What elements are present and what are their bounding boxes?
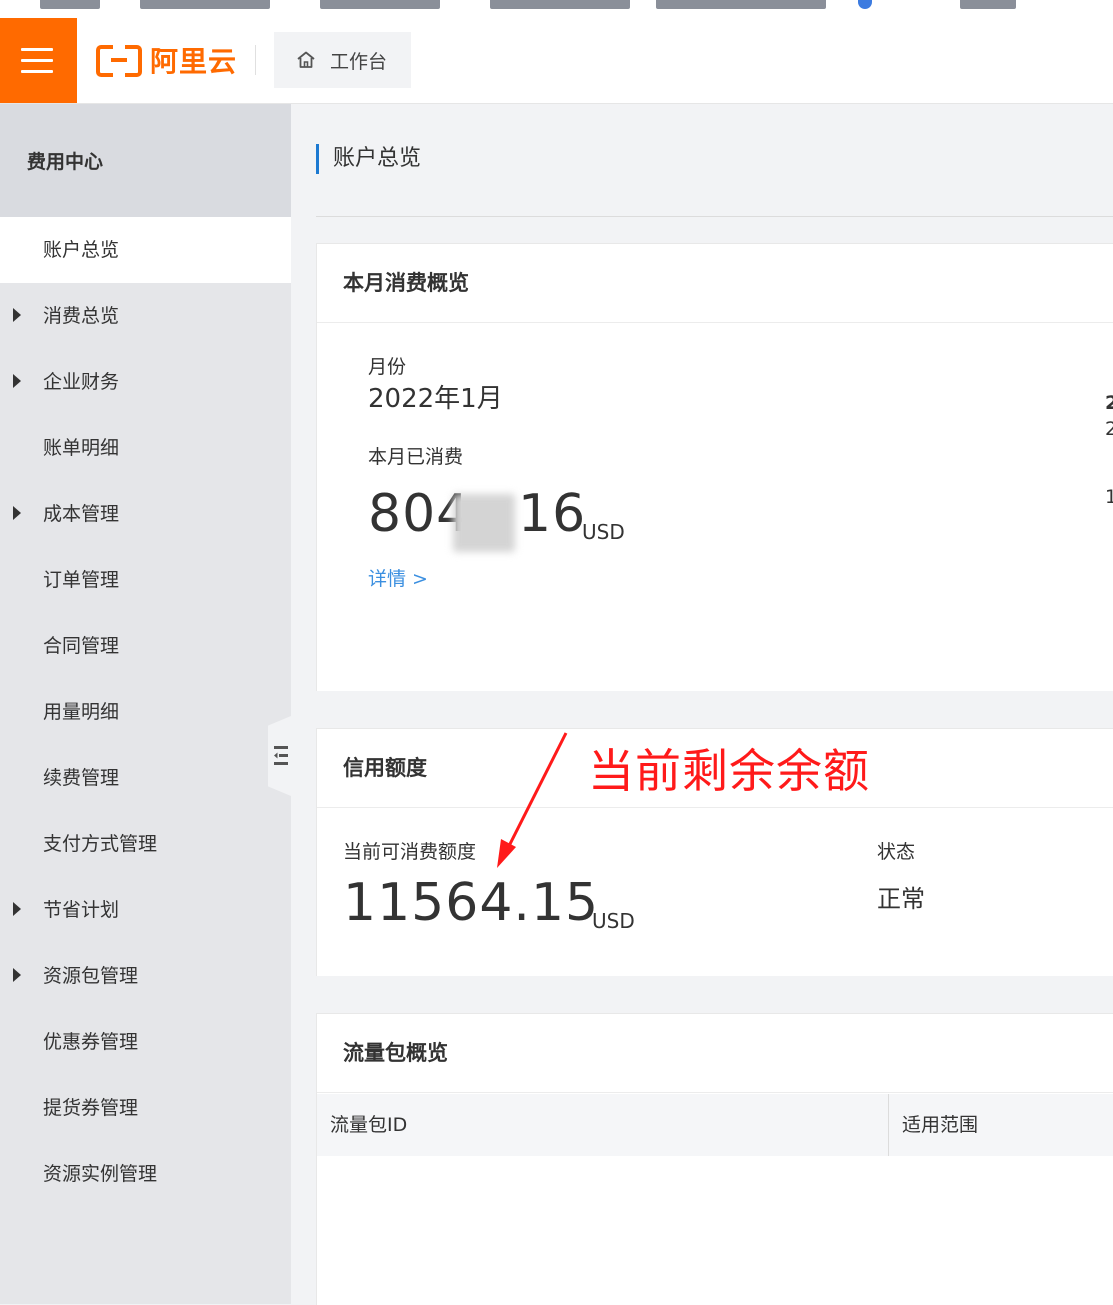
aliyun-logo-icon bbox=[96, 45, 142, 77]
spent-label: 本月已消费 bbox=[368, 446, 464, 468]
sidebar-item[interactable]: 企业财务 bbox=[0, 349, 291, 415]
caret-right-icon bbox=[13, 374, 21, 388]
main-content: 账户总览 本月消费概览 月份 2022年1月 本月已消费 804 16 USD … bbox=[291, 104, 1113, 1305]
sidebar-item[interactable]: 资源实例管理 bbox=[0, 1141, 291, 1207]
sidebar-item-label: 优惠券管理 bbox=[43, 1031, 139, 1053]
collapse-icon bbox=[274, 746, 288, 765]
caret-right-icon bbox=[13, 902, 21, 916]
sidebar-item[interactable]: 账单明细 bbox=[0, 415, 291, 481]
bookmark-item[interactable] bbox=[656, 0, 826, 9]
available-credit-label: 当前可消费额度 bbox=[343, 841, 477, 863]
sidebar-item-label: 合同管理 bbox=[43, 635, 120, 657]
sidebar-item[interactable]: 订单管理 bbox=[0, 547, 291, 613]
right-edge-value: 2 bbox=[1105, 418, 1113, 440]
credit-status-value: 正常 bbox=[877, 885, 925, 913]
redacted-digits bbox=[453, 494, 515, 552]
bookmark-item[interactable] bbox=[140, 0, 270, 9]
top-header: 阿里云 工作台 bbox=[0, 18, 1113, 104]
sidebar-item[interactable]: 消费总览 bbox=[0, 283, 291, 349]
caret-right-icon bbox=[13, 968, 21, 982]
sidebar-item-label: 账户总览 bbox=[43, 239, 120, 261]
sidebar-item-label: 消费总览 bbox=[43, 305, 120, 327]
sidebar-item-label: 续费管理 bbox=[43, 767, 120, 789]
sidebar-item[interactable]: 账户总览 bbox=[0, 217, 291, 283]
bookmark-item[interactable] bbox=[320, 0, 440, 9]
sidebar-menu: 账户总览消费总览企业财务账单明细成本管理订单管理合同管理用量明细续费管理支付方式… bbox=[0, 217, 291, 1207]
sidebar-item[interactable]: 合同管理 bbox=[0, 613, 291, 679]
monthly-overview-card: 本月消费概览 月份 2022年1月 本月已消费 804 16 USD 详情 > … bbox=[316, 243, 1113, 691]
bookmark-item[interactable] bbox=[858, 0, 872, 9]
annotation-text: 当前剩余余额 bbox=[588, 744, 870, 798]
workbench-button[interactable]: 工作台 bbox=[274, 32, 411, 88]
month-value: 2022年1月 bbox=[368, 384, 503, 414]
sidebar-item[interactable]: 提货券管理 bbox=[0, 1075, 291, 1141]
sidebar-item[interactable]: 优惠券管理 bbox=[0, 1009, 291, 1075]
sidebar-item-label: 企业财务 bbox=[43, 371, 120, 393]
sidebar-item-label: 用量明细 bbox=[43, 701, 120, 723]
sidebar-item-label: 成本管理 bbox=[43, 503, 120, 525]
sidebar-item-label: 提货券管理 bbox=[43, 1097, 139, 1119]
sidebar-item[interactable]: 用量明细 bbox=[0, 679, 291, 745]
logo-text: 阿里云 bbox=[150, 45, 238, 78]
bookmarks-bar bbox=[0, 0, 1113, 18]
sidebar-item-label: 支付方式管理 bbox=[43, 833, 158, 855]
column-header-package-id[interactable]: 流量包ID bbox=[330, 1094, 407, 1156]
sidebar-item[interactable]: 成本管理 bbox=[0, 481, 291, 547]
caret-right-icon bbox=[13, 308, 21, 322]
caret-right-icon bbox=[13, 506, 21, 520]
column-header-scope[interactable]: 适用范围 bbox=[902, 1094, 978, 1156]
monthly-overview-title: 本月消费概览 bbox=[317, 244, 1113, 323]
details-link[interactable]: 详情 > bbox=[368, 564, 428, 591]
traffic-package-card: 流量包概览 流量包ID 适用范围 bbox=[316, 1013, 1113, 1305]
column-divider bbox=[888, 1094, 889, 1156]
sidebar-item-label: 账单明细 bbox=[43, 437, 120, 459]
spent-unit: USD bbox=[582, 520, 625, 544]
spent-amount-suffix: 16 bbox=[518, 484, 587, 544]
credit-status-label: 状态 bbox=[877, 841, 916, 863]
available-credit-unit: USD bbox=[592, 909, 635, 933]
title-divider bbox=[316, 216, 1113, 217]
home-icon bbox=[297, 51, 315, 68]
sidebar-item-label: 节省计划 bbox=[43, 899, 120, 921]
available-credit-value: 11564.15 bbox=[343, 873, 600, 933]
workbench-label: 工作台 bbox=[330, 50, 388, 73]
aliyun-logo[interactable]: 阿里云 bbox=[96, 42, 237, 78]
right-edge-value: 1 bbox=[1105, 486, 1113, 508]
sidebar: 费用中心 账户总览消费总览企业财务账单明细成本管理订单管理合同管理用量明细续费管… bbox=[0, 104, 291, 1304]
traffic-package-title: 流量包概览 bbox=[317, 1014, 1113, 1093]
sidebar-item-label: 订单管理 bbox=[43, 569, 120, 591]
bookmark-item[interactable] bbox=[960, 0, 1016, 9]
sidebar-item[interactable]: 续费管理 bbox=[0, 745, 291, 811]
sidebar-item[interactable]: 支付方式管理 bbox=[0, 811, 291, 877]
sidebar-item[interactable]: 资源包管理 bbox=[0, 943, 291, 1009]
page-title: 账户总览 bbox=[316, 144, 421, 174]
sidebar-item-label: 资源包管理 bbox=[43, 965, 139, 987]
header-divider bbox=[255, 45, 256, 75]
month-label: 月份 bbox=[368, 356, 407, 378]
sidebar-item[interactable]: 节省计划 bbox=[0, 877, 291, 943]
table-header: 流量包ID 适用范围 bbox=[317, 1094, 1113, 1156]
right-edge-value: 2 bbox=[1105, 392, 1113, 414]
bookmark-item[interactable] bbox=[40, 0, 100, 9]
sidebar-title: 费用中心 bbox=[0, 104, 291, 217]
menu-icon bbox=[21, 48, 53, 51]
menu-button[interactable] bbox=[0, 18, 77, 103]
sidebar-collapse-button[interactable] bbox=[268, 716, 291, 796]
bookmark-item[interactable] bbox=[490, 0, 630, 9]
sidebar-item-label: 资源实例管理 bbox=[43, 1163, 158, 1185]
